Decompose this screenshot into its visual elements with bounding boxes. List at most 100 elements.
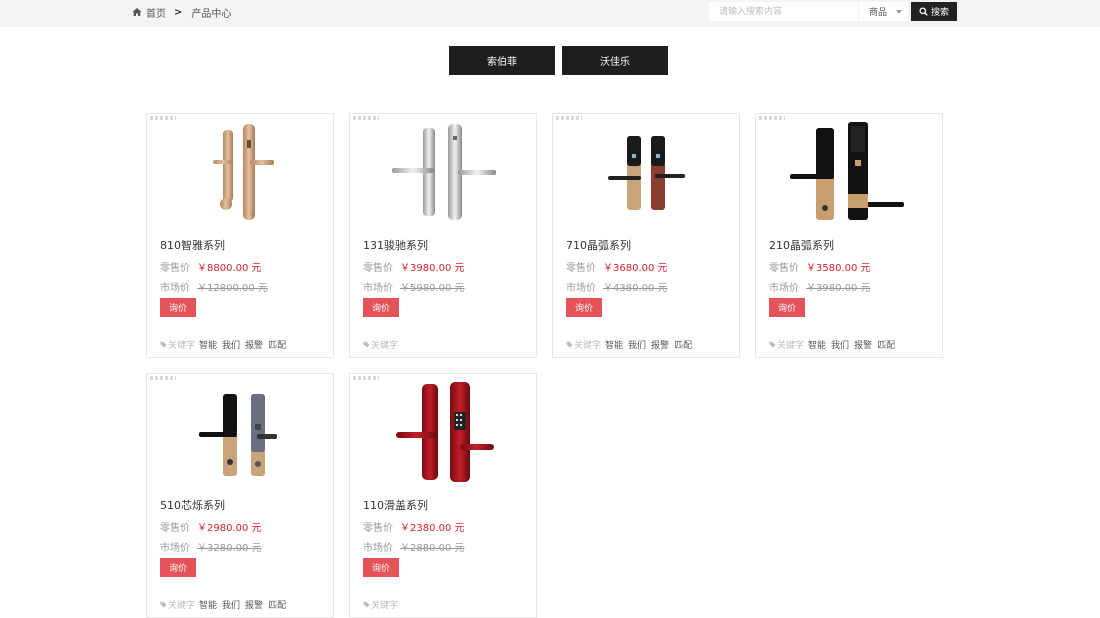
product-card[interactable]: 131骏驰系列 零售价 ￥3980.00 元 市场价 ￥5980.00 元 询价… xyxy=(349,113,537,358)
brand-tab-sobofei[interactable]: 索伯菲 xyxy=(449,46,555,75)
market-price-label: 市场价 xyxy=(160,543,190,554)
keyword-label: 关键字 xyxy=(160,338,195,351)
keyword-tag[interactable]: 报警 xyxy=(245,598,263,611)
keyword-label-text: 关键字 xyxy=(371,601,399,611)
product-card[interactable]: 810智雅系列 零售价 ￥8800.00 元 市场价 ￥12800.00 元 询… xyxy=(146,113,334,358)
retail-price-label: 零售价 xyxy=(566,263,596,274)
product-card[interactable]: 710晶弧系列 零售价 ￥3680.00 元 市场价 ￥4380.00 元 询价… xyxy=(552,113,740,358)
tag-icon xyxy=(160,341,167,348)
product-card[interactable]: 510芯烁系列 零售价 ￥2980.00 元 市场价 ￥3280.00 元 询价… xyxy=(146,373,334,618)
inquiry-button[interactable]: 询价 xyxy=(363,558,399,577)
retail-price-label: 零售价 xyxy=(769,263,799,274)
retail-price: ￥2380.00 元 xyxy=(400,523,465,534)
product-name[interactable]: 210晶弧系列 xyxy=(769,237,834,253)
keyword-tag[interactable]: 智能 xyxy=(605,338,623,351)
product-name[interactable]: 131骏驰系列 xyxy=(363,237,428,253)
product-image[interactable] xyxy=(350,114,536,229)
inquiry-button[interactable]: 询价 xyxy=(363,298,399,317)
product-name[interactable]: 110滑盖系列 xyxy=(363,497,428,513)
keyword-list: 关键字 xyxy=(363,338,402,351)
keyword-label: 关键字 xyxy=(769,338,804,351)
breadcrumb-home-link[interactable]: 首页 xyxy=(146,5,166,20)
market-price-row: 市场价 ￥2880.00 元 xyxy=(363,539,465,554)
breadcrumb: 首页 > 产品中心 xyxy=(132,0,231,24)
retail-price: ￥3680.00 元 xyxy=(603,263,668,274)
market-price: ￥3980.00 元 xyxy=(806,283,871,294)
keyword-label-text: 关键字 xyxy=(574,341,602,351)
keyword-tag[interactable]: 匹配 xyxy=(268,598,286,611)
product-name[interactable]: 710晶弧系列 xyxy=(566,237,631,253)
product-image[interactable] xyxy=(553,114,739,229)
keyword-list: 关键字 智能 我们 报警 匹配 xyxy=(160,598,291,611)
keyword-label-text: 关键字 xyxy=(777,341,805,351)
keyword-label-text: 关键字 xyxy=(371,341,399,351)
keyword-tag[interactable]: 我们 xyxy=(628,338,646,351)
retail-price-label: 零售价 xyxy=(363,523,393,534)
keyword-label: 关键字 xyxy=(566,338,601,351)
market-price: ￥4380.00 元 xyxy=(603,283,668,294)
market-price: ￥3280.00 元 xyxy=(197,543,262,554)
retail-price-row: 零售价 ￥3580.00 元 xyxy=(769,259,871,274)
inquiry-button[interactable]: 询价 xyxy=(566,298,602,317)
keyword-label: 关键字 xyxy=(363,338,398,351)
inquiry-button[interactable]: 询价 xyxy=(160,298,196,317)
product-card[interactable]: 210晶弧系列 零售价 ￥3580.00 元 市场价 ￥3980.00 元 询价… xyxy=(755,113,943,358)
search-category-select[interactable]: 商品 xyxy=(859,2,908,21)
keyword-list: 关键字 智能 我们 报警 匹配 xyxy=(566,338,697,351)
keyword-tag[interactable]: 报警 xyxy=(651,338,669,351)
market-price-label: 市场价 xyxy=(363,283,393,294)
brand-tab-wojiale[interactable]: 沃佳乐 xyxy=(562,46,668,75)
keyword-tag[interactable]: 报警 xyxy=(245,338,263,351)
keyword-list: 关键字 智能 我们 报警 匹配 xyxy=(160,338,291,351)
product-card[interactable]: 110滑盖系列 零售价 ￥2380.00 元 市场价 ￥2880.00 元 询价… xyxy=(349,373,537,618)
chevron-down-icon xyxy=(896,9,902,14)
product-name[interactable]: 510芯烁系列 xyxy=(160,497,225,513)
retail-price-row: 零售价 ￥3980.00 元 xyxy=(363,259,465,274)
keyword-tag[interactable]: 我们 xyxy=(222,598,240,611)
tag-icon xyxy=(363,341,370,348)
market-price-label: 市场价 xyxy=(363,543,393,554)
tag-icon xyxy=(769,341,776,348)
keyword-tag[interactable]: 我们 xyxy=(831,338,849,351)
keyword-tag[interactable]: 匹配 xyxy=(268,338,286,351)
product-image[interactable] xyxy=(350,374,536,489)
market-price-row: 市场价 ￥3980.00 元 xyxy=(769,279,871,294)
retail-price-row: 零售价 ￥2380.00 元 xyxy=(363,519,465,534)
tag-icon xyxy=(160,601,167,608)
inquiry-button[interactable]: 询价 xyxy=(769,298,805,317)
keyword-tag[interactable]: 智能 xyxy=(199,338,217,351)
search-category-value: 商品 xyxy=(869,8,888,18)
breadcrumb-current: 产品中心 xyxy=(191,8,232,20)
keyword-tag[interactable]: 智能 xyxy=(808,338,826,351)
tag-icon xyxy=(566,341,573,348)
retail-price: ￥3580.00 元 xyxy=(806,263,871,274)
keyword-list: 关键字 智能 我们 报警 匹配 xyxy=(769,338,900,351)
search-button[interactable]: 搜索 xyxy=(911,2,957,21)
retail-price: ￥3980.00 元 xyxy=(400,263,465,274)
inquiry-button[interactable]: 询价 xyxy=(160,558,196,577)
market-price: ￥12800.00 元 xyxy=(197,283,268,294)
market-price-row: 市场价 ￥12800.00 元 xyxy=(160,279,268,294)
keyword-tag[interactable]: 匹配 xyxy=(877,338,895,351)
tag-icon xyxy=(363,601,370,608)
keyword-label: 关键字 xyxy=(160,598,195,611)
product-image[interactable] xyxy=(147,114,333,229)
home-icon[interactable] xyxy=(132,7,142,17)
keyword-tag[interactable]: 智能 xyxy=(199,598,217,611)
product-image[interactable] xyxy=(756,114,942,229)
market-price-label: 市场价 xyxy=(769,283,799,294)
search-input[interactable] xyxy=(709,2,858,21)
keyword-tag[interactable]: 我们 xyxy=(222,338,240,351)
keyword-tag[interactable]: 匹配 xyxy=(674,338,692,351)
keyword-label-text: 关键字 xyxy=(168,341,196,351)
product-image[interactable] xyxy=(147,374,333,489)
breadcrumb-separator: > xyxy=(174,6,183,18)
keyword-tag[interactable]: 报警 xyxy=(854,338,872,351)
retail-price-row: 零售价 ￥8800.00 元 xyxy=(160,259,262,274)
retail-price-label: 零售价 xyxy=(160,523,190,534)
market-price-label: 市场价 xyxy=(160,283,190,294)
keyword-label-text: 关键字 xyxy=(168,601,196,611)
market-price-row: 市场价 ￥5980.00 元 xyxy=(363,279,465,294)
retail-price: ￥2980.00 元 xyxy=(197,523,262,534)
product-name[interactable]: 810智雅系列 xyxy=(160,237,225,253)
